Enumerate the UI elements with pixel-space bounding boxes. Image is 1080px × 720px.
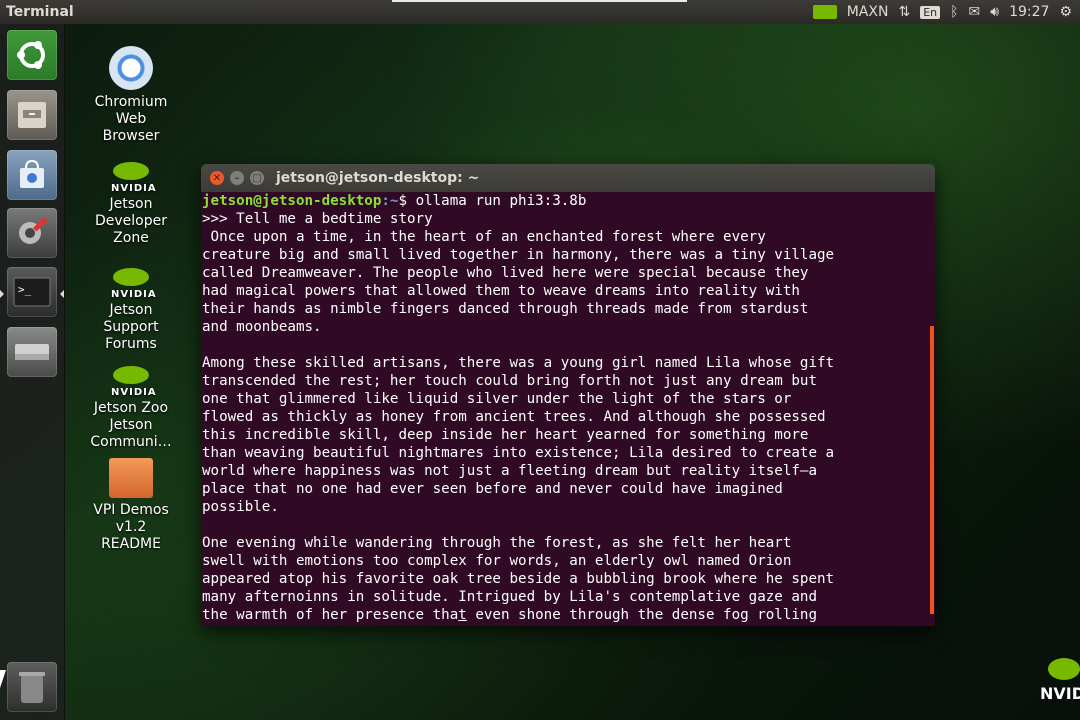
output-line: One evening while wandering through the …: [202, 535, 792, 551]
window-title: jetson@jetson-desktop: ~: [276, 170, 480, 186]
output-line: their hands as nimble fingers danced thr…: [202, 301, 809, 317]
drive-button[interactable]: [7, 327, 57, 377]
network-icon[interactable]: ⇅: [898, 4, 910, 20]
trash-icon: [19, 672, 45, 703]
prompt-path: :~: [381, 193, 399, 209]
software-center-button[interactable]: [7, 150, 57, 200]
shopping-bag-icon: [20, 159, 44, 188]
ubuntu-dash-button[interactable]: [7, 30, 57, 80]
desktop-icon-support-forums[interactable]: NVIDIA Jetson Support Forums: [86, 268, 176, 353]
nvidia-power-icon[interactable]: [812, 5, 837, 19]
terminal-output[interactable]: jetson@jetson-desktop:~$ ollama run phi3…: [201, 192, 935, 626]
last-line-text: even shone through the dense fog rolling: [466, 607, 818, 623]
file-cabinet-icon: [18, 102, 46, 128]
output-lines: >>> Tell me a bedtime story Once upon a …: [202, 210, 935, 606]
desktop-icon-label: VPI Demos v1.2: [93, 502, 169, 535]
output-line: this incredible skill, deep inside her h…: [202, 427, 809, 443]
nvidia-icon: NVIDIA: [111, 162, 156, 194]
output-line: creature big and small lived together in…: [202, 247, 835, 263]
prompt-symbol: $: [398, 193, 416, 209]
minimize-button[interactable]: –: [230, 171, 244, 185]
output-line: transcended the rest; her touch could br…: [202, 373, 817, 389]
chromium-icon: [109, 46, 153, 90]
desktop-icon-developer-zone[interactable]: NVIDIA Jetson Developer Zone: [86, 162, 176, 247]
trash-button[interactable]: [7, 662, 57, 712]
active-app-title: Terminal: [6, 4, 74, 20]
prompt-user: jetson@jetson-desktop: [202, 193, 382, 209]
desktop-icon-label: Jetson Developer Zone: [94, 196, 167, 246]
desktop-icon-label: Chromium Web Browser: [94, 94, 168, 144]
panel-highlight-strip: [392, 0, 687, 2]
svg-text:>_: >_: [18, 283, 32, 296]
output-line: appeared atop his favorite oak tree besi…: [202, 571, 835, 587]
files-button[interactable]: [7, 90, 57, 140]
output-line: >>> Tell me a bedtime story: [202, 211, 433, 227]
output-line: flowed as thickly as honey from ancient …: [202, 409, 826, 425]
folder-icon: [109, 458, 153, 498]
desktop-icon-vpi-demos[interactable]: VPI Demos v1.2 README: [86, 458, 176, 553]
system-settings-button[interactable]: [7, 208, 57, 258]
volume-icon[interactable]: 🔊︎: [990, 4, 999, 20]
command-text: ollama run phi3:3.8b: [415, 193, 587, 209]
clock[interactable]: 19:27: [1009, 4, 1049, 20]
desktop-icon-chromium[interactable]: Chromium Web Browser: [86, 46, 176, 145]
output-line: Among these skilled artisans, there was …: [202, 355, 835, 371]
terminal-launcher-button[interactable]: >_: [7, 267, 57, 317]
desktop-icon-label: Jetson Zoo: [93, 400, 169, 416]
output-line: and moonbeams.: [202, 319, 322, 335]
top-panel: Terminal MAXN ⇅ En ᛒ ✉ 🔊︎ 19:27 ⚙: [0, 0, 1080, 24]
system-tray: MAXN ⇅ En ᛒ ✉ 🔊︎ 19:27 ⚙: [812, 4, 1080, 20]
output-line: one that glimmered like liquid silver un…: [202, 391, 792, 407]
terminal-icon: >_: [13, 277, 51, 307]
mouse-pointer-icon: [0, 670, 6, 688]
nvidia-icon: NVIDIA: [111, 366, 156, 398]
desktop-icon-label: README: [101, 536, 161, 552]
ubuntu-logo-icon: [17, 41, 45, 69]
nvidia-corner-logo: NVIDI: [1040, 652, 1080, 712]
last-output-line: the warmth of her presence that even sho…: [202, 606, 935, 624]
mail-icon[interactable]: ✉: [969, 4, 981, 20]
output-line: swell with emotions too complex for word…: [202, 553, 792, 569]
active-indicator-right: [60, 290, 64, 298]
terminal-window[interactable]: ✕ – □ jetson@jetson-desktop: ~ jetson@je…: [201, 164, 935, 626]
output-line: called Dreamweaver. The people who lived…: [202, 265, 809, 281]
output-line: world where happiness was not just a fle…: [202, 463, 817, 479]
output-line: place that no one had ever seen before a…: [202, 481, 783, 497]
maximize-button[interactable]: □: [250, 171, 264, 185]
desktop-icon-jetson-zoo[interactable]: NVIDIA Jetson Zoo Jetson Communi…: [86, 366, 176, 451]
output-line: had magical powers that allowed them to …: [202, 283, 800, 299]
prompt-line: jetson@jetson-desktop:~$ ollama run phi3…: [202, 192, 935, 210]
power-mode-label[interactable]: MAXN: [847, 4, 889, 20]
last-line-text: the warmth of her presence tha: [202, 607, 459, 623]
wrench-gear-icon: [19, 216, 48, 244]
corner-logo-text: NVIDI: [1040, 684, 1080, 703]
launcher: >_: [0, 24, 65, 720]
terminal-titlebar[interactable]: ✕ – □ jetson@jetson-desktop: ~: [201, 164, 935, 192]
close-button[interactable]: ✕: [210, 171, 224, 185]
output-line: possible.: [202, 499, 279, 515]
desktop-icon-label: Jetson Support Forums: [103, 302, 159, 352]
active-indicator-left: [0, 290, 4, 298]
terminal-scrollbar[interactable]: [930, 326, 934, 614]
output-line: than weaving beautiful nightmares into e…: [202, 445, 835, 461]
text-cursor: t: [458, 607, 467, 623]
hard-drive-icon: [15, 344, 49, 360]
gear-icon[interactable]: ⚙: [1059, 4, 1072, 20]
output-line: many afternoinns in solitude. Intrigued …: [202, 589, 817, 605]
nvidia-icon: NVIDIA: [111, 268, 156, 300]
keyboard-layout-indicator[interactable]: En: [920, 5, 941, 19]
bluetooth-icon[interactable]: ᛒ: [950, 4, 958, 20]
output-line: Once upon a time, in the heart of an enc…: [202, 229, 766, 245]
desktop-icon-label: Jetson Communi…: [90, 417, 172, 450]
